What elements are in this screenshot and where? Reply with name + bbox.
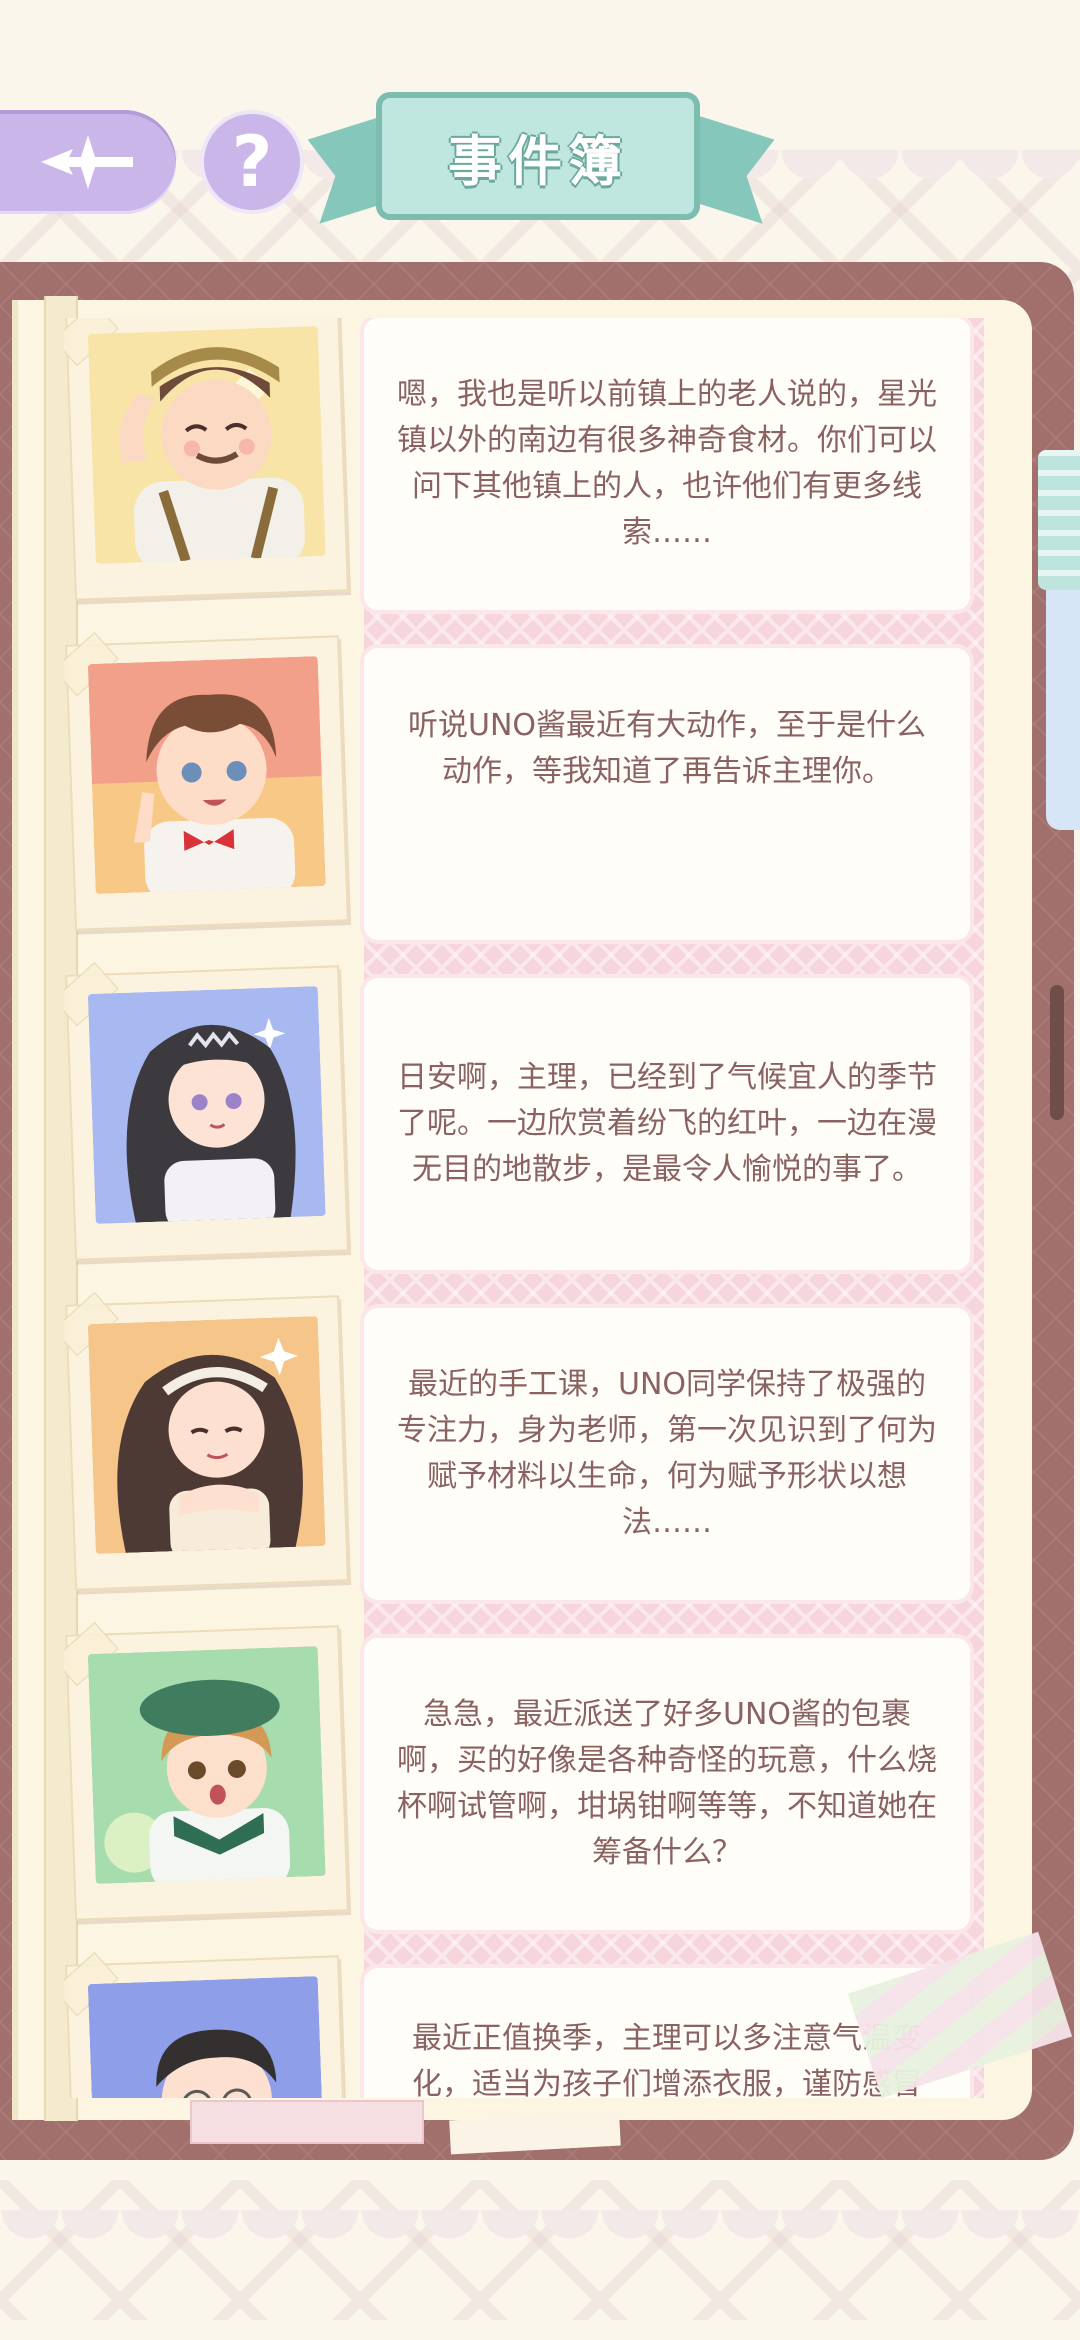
portrait-curly-hair-boy (87, 656, 326, 894)
event-entry[interactable]: 最近正值换季，主理可以多注意气温变化，适当为孩子们增添衣服，谨防感冒 (64, 1952, 984, 2098)
event-entry[interactable]: 听说UNO酱最近有大动作，至于是什么动作，等我知道了再告诉主理你。 (64, 632, 984, 940)
portrait-mustache-man (87, 326, 326, 564)
character-photo (64, 1952, 349, 2098)
character-photo (64, 1292, 349, 1591)
scrollbar-thumb[interactable] (1050, 985, 1064, 1120)
dialogue-text: 日安啊，主理，已经到了气候宜人的季节了呢。一边欣赏着纷飞的红叶，一边在漫无目的地… (397, 1060, 937, 1187)
portrait-wavy-hair-teacher (87, 1316, 326, 1554)
dialogue-card: 日安啊，主理，已经到了气候宜人的季节了呢。一边欣赏着纷飞的红叶，一边在漫无目的地… (364, 978, 970, 1270)
event-entry[interactable]: 嗯，我也是听以前镇上的老人说的，星光镇以外的南边有很多神奇食材。你们可以问下其他… (64, 318, 984, 610)
bottom-tab-pink (190, 2100, 424, 2144)
dialogue-text: 最近的手工课，UNO同学保持了极强的专注力，身为老师，第一次见识到了何为赋予材料… (397, 1367, 937, 1540)
event-entry[interactable]: 日安啊，主理，已经到了气候宜人的季节了呢。一边欣赏着纷飞的红叶，一边在漫无目的地… (64, 962, 984, 1270)
page-title: 事件簿 (448, 129, 628, 193)
help-icon: ? (231, 121, 273, 203)
dialogue-text: 最近正值换季，主理可以多注意气温变化，适当为孩子们增添衣服，谨防感冒 (412, 2021, 922, 2098)
dialogue-text: 嗯，我也是听以前镇上的老人说的，星光镇以外的南边有很多神奇食材。你们可以问下其他… (397, 377, 937, 550)
event-list[interactable]: 嗯，我也是听以前镇上的老人说的，星光镇以外的南边有很多神奇食材。你们可以问下其他… (64, 318, 984, 2098)
background-scallop-bottom (0, 2210, 1080, 2270)
dialogue-text: 听说UNO酱最近有大动作，至于是什么动作，等我知道了再告诉主理你。 (407, 708, 926, 789)
character-photo (64, 632, 349, 931)
dialogue-text: 急急，最近派送了好多UNO酱的包裹啊，买的好像是各种奇怪的玩意，什么烧杯啊试管啊… (397, 1697, 937, 1870)
portrait-man-with-glasses (87, 1976, 326, 2098)
portrait-long-hair-girl (87, 986, 326, 1224)
dialogue-card: 急急，最近派送了好多UNO酱的包裹啊，买的好像是各种奇怪的玩意，什么烧杯啊试管啊… (364, 1638, 970, 1930)
character-photo (64, 318, 349, 601)
dialogue-card: 最近的手工课，UNO同学保持了极强的专注力，身为老师，第一次见识到了何为赋予材料… (364, 1308, 970, 1600)
character-photo (64, 962, 349, 1261)
dialogue-card: 嗯，我也是听以前镇上的老人说的，星光镇以外的南边有很多神奇食材。你们可以问下其他… (364, 318, 970, 610)
character-photo (64, 1622, 349, 1921)
portrait-green-beret-boy (87, 1646, 326, 1884)
side-bookmark-tab-2 (1046, 590, 1080, 830)
dialogue-card: 听说UNO酱最近有大动作，至于是什么动作，等我知道了再告诉主理你。 (364, 648, 970, 940)
event-entry[interactable]: 最近的手工课，UNO同学保持了极强的专注力，身为老师，第一次见识到了何为赋予材料… (64, 1292, 984, 1600)
back-arrow-icon (41, 135, 133, 189)
side-bookmark-tab (1038, 450, 1080, 590)
back-button[interactable] (0, 110, 176, 214)
event-entry[interactable]: 急急，最近派送了好多UNO酱的包裹啊，买的好像是各种奇怪的玩意，什么烧杯啊试管啊… (64, 1622, 984, 1930)
help-button[interactable]: ? (200, 110, 304, 214)
page-title-ribbon: 事件簿 (376, 92, 700, 220)
